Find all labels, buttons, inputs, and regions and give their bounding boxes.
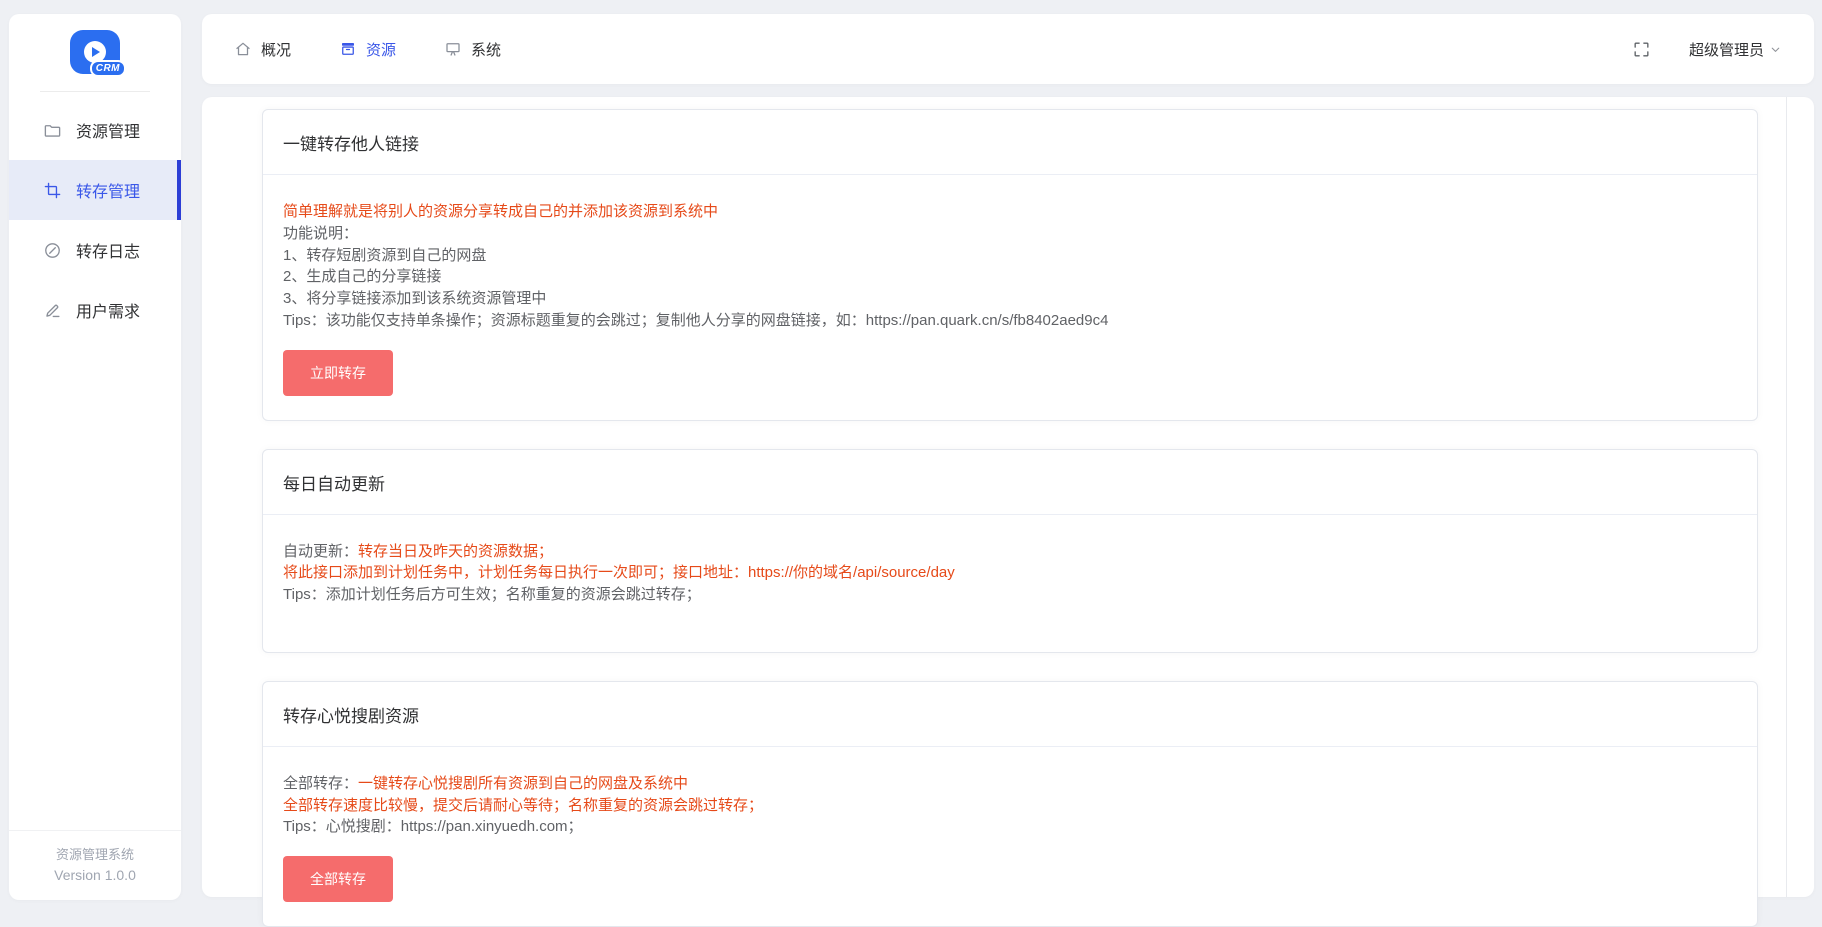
crm-logo-icon: CRM [70, 30, 120, 74]
tab-label: 系统 [471, 39, 501, 60]
crop-icon [43, 181, 62, 200]
transfer-now-button[interactable]: 立即转存 [283, 350, 393, 396]
description-line: 简单理解就是将别人的资源分享转成自己的并添加该资源到系统中 [283, 201, 1737, 223]
fullscreen-icon[interactable] [1632, 40, 1651, 59]
app-logo: CRM [9, 14, 181, 74]
topbar-tabs: 概况 资源 系统 [234, 39, 501, 60]
tab-system[interactable]: 系统 [444, 39, 501, 60]
sidebar-item-transfer-log[interactable]: 转存日志 [9, 220, 181, 280]
sidebar-footer: 资源管理系统 Version 1.0.0 [9, 830, 181, 900]
tab-label: 概况 [261, 39, 291, 60]
tips-line: Tips：添加计划任务后方可生效；名称重复的资源会跳过转存； [283, 584, 1737, 606]
description-line: 功能说明： [283, 223, 1737, 245]
description-line: 3、将分享链接添加到该系统资源管理中 [283, 288, 1737, 310]
card-body: 自动更新：转存当日及昨天的资源数据； 将此接口添加到计划任务中，计划任务每日执行… [263, 515, 1757, 652]
system-name: 资源管理系统 [9, 844, 181, 863]
sidebar: CRM 资源管理 转存管理 转存日志 用户需求 [9, 14, 181, 900]
tips-line: Tips：心悦搜剧：https://pan.xinyuedh.com； [283, 816, 1737, 838]
topbar-right: 超级管理员 [1632, 39, 1782, 60]
card-title: 一键转存他人链接 [263, 110, 1757, 175]
topbar: 概况 资源 系统 超级管理员 [202, 14, 1814, 84]
card-daily-auto-update: 每日自动更新 自动更新：转存当日及昨天的资源数据； 将此接口添加到计划任务中，计… [262, 449, 1758, 653]
tab-resources[interactable]: 资源 [339, 39, 396, 60]
tab-overview[interactable]: 概况 [234, 39, 291, 60]
line-label: 自动更新： [283, 543, 358, 560]
sidebar-item-label: 用户需求 [76, 298, 140, 322]
user-dropdown[interactable]: 超级管理员 [1689, 39, 1782, 60]
description-line: 2、生成自己的分享链接 [283, 266, 1737, 288]
chevron-down-icon [1769, 43, 1782, 56]
card-body: 简单理解就是将别人的资源分享转成自己的并添加该资源到系统中 功能说明： 1、转存… [263, 175, 1757, 420]
crm-logo-text: CRM [90, 60, 126, 77]
line-label: 全部转存： [283, 775, 358, 792]
main-content: 一键转存他人链接 简单理解就是将别人的资源分享转成自己的并添加该资源到系统中 功… [202, 97, 1814, 897]
sidebar-menu: 资源管理 转存管理 转存日志 用户需求 [9, 100, 181, 340]
sidebar-item-label: 转存管理 [76, 178, 140, 202]
card-xinyue-transfer: 转存心悦搜剧资源 全部转存：一键转存心悦搜剧所有资源到自己的网盘及系统中 全部转… [262, 681, 1758, 927]
sidebar-item-transfer-management[interactable]: 转存管理 [9, 160, 181, 220]
tab-label: 资源 [366, 39, 396, 60]
board-icon [444, 40, 462, 58]
version-label: Version 1.0.0 [9, 867, 181, 883]
tips-line: Tips：该功能仅支持单条操作；资源标题重复的会跳过；复制他人分享的网盘链接，如… [283, 310, 1737, 332]
description-line: 将此接口添加到计划任务中，计划任务每日执行一次即可；接口地址：https://你… [283, 562, 1737, 584]
folder-icon [43, 121, 62, 140]
transfer-all-button[interactable]: 全部转存 [283, 856, 393, 902]
user-name: 超级管理员 [1689, 39, 1764, 60]
logo-divider [40, 91, 150, 92]
description-line: 全部转存：一键转存心悦搜剧所有资源到自己的网盘及系统中 [283, 773, 1737, 795]
card-body: 全部转存：一键转存心悦搜剧所有资源到自己的网盘及系统中 全部转存速度比较慢，提交… [263, 747, 1757, 926]
line-highlight: 转存当日及昨天的资源数据； [358, 543, 553, 560]
log-compass-icon [43, 241, 62, 260]
sidebar-item-label: 资源管理 [76, 118, 140, 142]
description-line: 全部转存速度比较慢，提交后请耐心等待；名称重复的资源会跳过转存； [283, 795, 1737, 817]
home-icon [234, 40, 252, 58]
scrollbar-gutter [1786, 97, 1787, 897]
description-line: 1、转存短剧资源到自己的网盘 [283, 245, 1737, 267]
line-highlight: 一键转存心悦搜剧所有资源到自己的网盘及系统中 [358, 775, 688, 792]
sidebar-item-label: 转存日志 [76, 238, 140, 262]
sidebar-item-resource-management[interactable]: 资源管理 [9, 100, 181, 160]
card-title: 每日自动更新 [263, 450, 1757, 515]
pen-icon [43, 301, 62, 320]
sidebar-item-user-requests[interactable]: 用户需求 [9, 280, 181, 340]
description-line: 自动更新：转存当日及昨天的资源数据； [283, 541, 1737, 563]
card-title: 转存心悦搜剧资源 [263, 682, 1757, 747]
card-one-key-transfer: 一键转存他人链接 简单理解就是将别人的资源分享转成自己的并添加该资源到系统中 功… [262, 109, 1758, 421]
archive-box-icon [339, 40, 357, 58]
